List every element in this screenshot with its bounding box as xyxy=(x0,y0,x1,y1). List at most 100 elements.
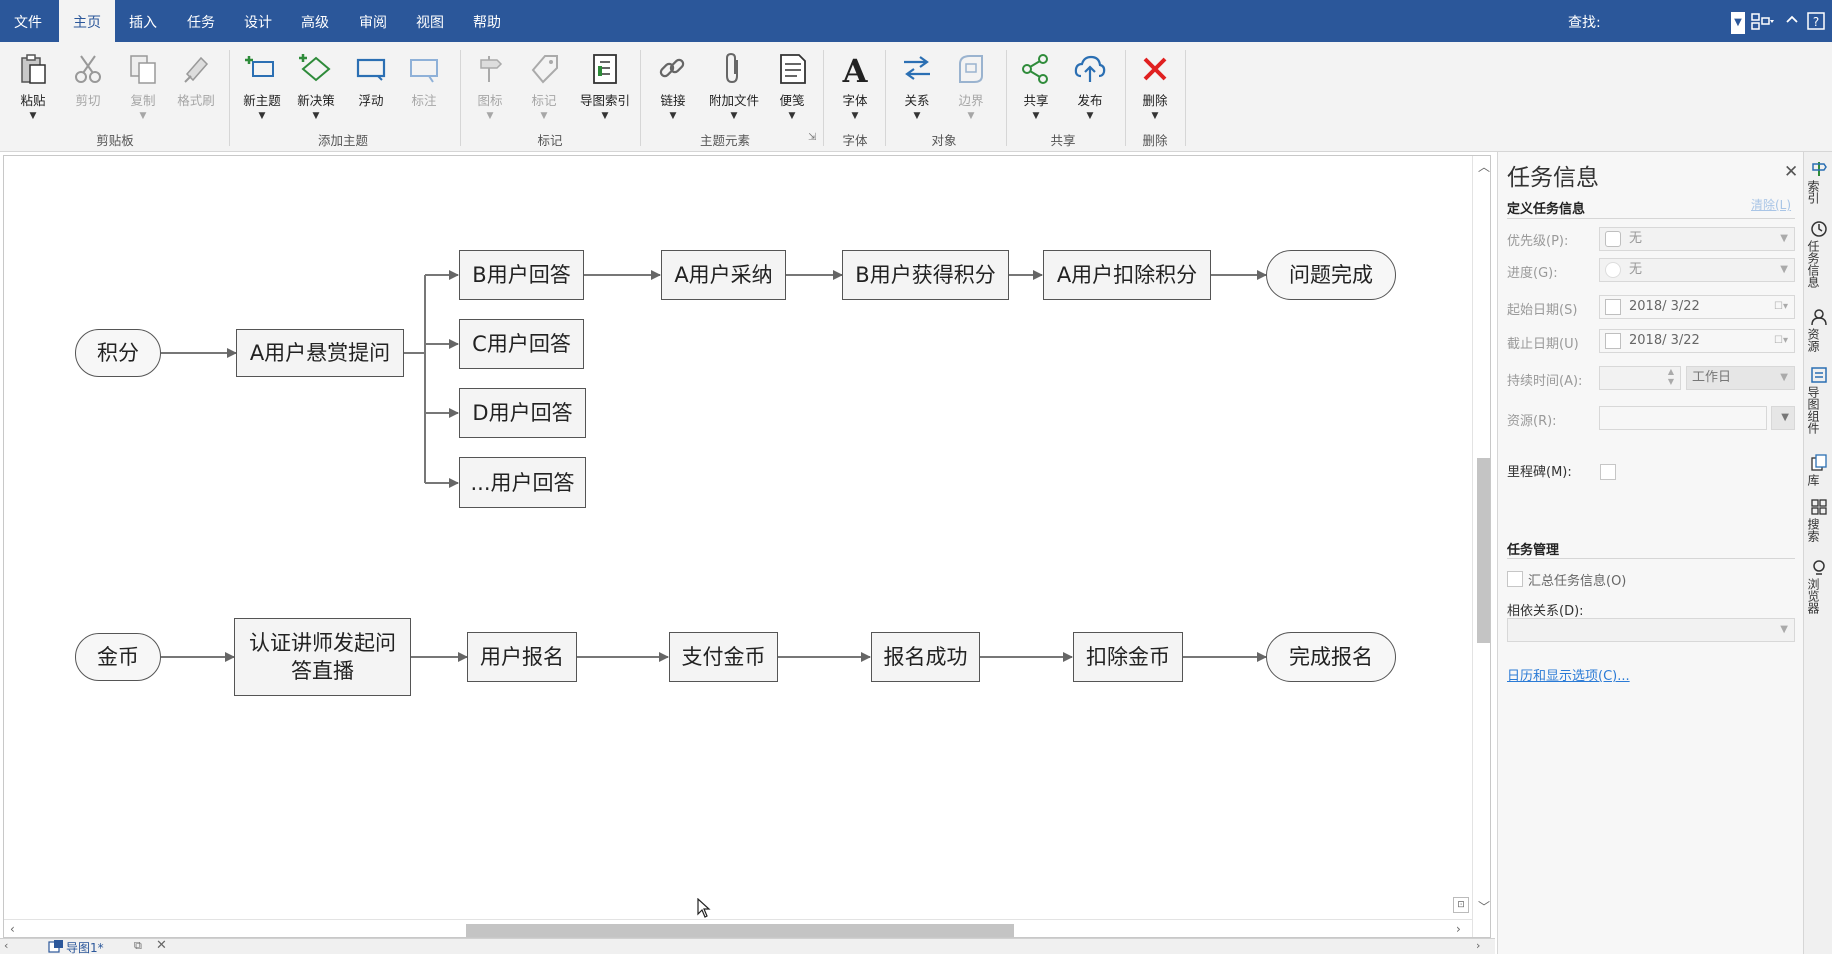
layout-icon[interactable] xyxy=(1749,12,1777,34)
topic-question-complete[interactable]: 问题完成 xyxy=(1266,250,1396,300)
help-icon[interactable]: ? xyxy=(1806,12,1826,34)
scroll-left-icon[interactable]: ‹ xyxy=(10,922,15,936)
topic-signup-success[interactable]: 报名成功 xyxy=(871,632,980,682)
menu-home[interactable]: 主页 xyxy=(59,0,115,42)
tag-marker-button[interactable]: 标记 ▼ xyxy=(518,46,570,128)
relation-button[interactable]: 关系 ▼ xyxy=(891,46,943,128)
resources-dropdown[interactable]: ▼ xyxy=(1771,406,1795,430)
copy-button[interactable]: 复制 ▼ xyxy=(117,46,169,128)
attach-file-button[interactable]: 附加文件 ▼ xyxy=(704,46,764,128)
tab-float-icon[interactable]: ⧉ xyxy=(134,939,142,953)
due-date-label: 截止日期(U) xyxy=(1507,337,1579,352)
menu-design[interactable]: 设计 xyxy=(230,0,286,42)
menu-review[interactable]: 审阅 xyxy=(345,0,401,42)
boundary-button[interactable]: 边界 ▼ xyxy=(945,46,997,128)
side-tab-library[interactable]: 库 xyxy=(1806,454,1831,486)
topic-points[interactable]: 积分 xyxy=(75,329,161,377)
topic-c-user-answer[interactable]: C用户回答 xyxy=(459,319,584,369)
topic-a-user-deduct-points[interactable]: A用户扣除积分 xyxy=(1043,250,1211,300)
new-decision-button[interactable]: 新决策 ▼ xyxy=(290,46,342,128)
menu-help[interactable]: 帮助 xyxy=(459,0,515,42)
horizontal-scroll-thumb[interactable] xyxy=(466,924,1014,937)
topic-b-user-answer[interactable]: B用户回答 xyxy=(459,250,584,300)
menu-insert[interactable]: 插入 xyxy=(115,0,171,42)
menu-file[interactable]: 文件 xyxy=(0,0,56,42)
fit-map-icon[interactable]: ⊡ xyxy=(1453,897,1469,913)
vertical-scrollbar[interactable]: ︿ ﹀ xyxy=(1472,156,1490,937)
tab-scroll-left-icon[interactable]: ‹ xyxy=(4,939,8,952)
menu-advanced[interactable]: 高级 xyxy=(287,0,343,42)
scroll-down-icon[interactable]: ﹀ xyxy=(1478,898,1490,915)
menu-task[interactable]: 任务 xyxy=(173,0,229,42)
topic-signup-complete[interactable]: 完成报名 xyxy=(1266,632,1396,682)
topic-pay-coins[interactable]: 支付金币 xyxy=(669,632,778,682)
callout-button[interactable]: 标注 xyxy=(398,46,450,128)
icon-marker-button[interactable]: 图标 ▼ xyxy=(464,46,516,128)
scroll-right-icon[interactable]: › xyxy=(1456,922,1461,936)
mindmap-canvas[interactable]: 积分 A用户悬赏提问 B用户回答 C用户回答 D用户回答 ...用户回答 A用户… xyxy=(3,155,1491,938)
scroll-up-icon[interactable]: ︿ xyxy=(1478,158,1490,175)
float-topic-button[interactable]: 浮动 xyxy=(345,46,397,128)
topic-lecturer-live-qa[interactable]: 认证讲师发起问答直播 xyxy=(234,618,411,696)
calendar-dropdown-icon[interactable]: ☐▾ xyxy=(1774,296,1788,318)
topic-b-user-gain-points[interactable]: B用户获得积分 xyxy=(842,250,1009,300)
clear-link[interactable]: 清除(L) xyxy=(1751,196,1791,213)
doc-tab-mindmap1[interactable]: 导图1* xyxy=(66,939,104,954)
priority-select[interactable]: 无 ▼ xyxy=(1599,227,1795,251)
side-tab-map-parts[interactable]: 导图组件 xyxy=(1806,366,1831,434)
library-icon xyxy=(1810,454,1827,471)
calendar-options-link[interactable]: 日历和显示选项(C)... xyxy=(1507,665,1630,684)
topic-coins[interactable]: 金币 xyxy=(75,633,161,681)
map-index-button[interactable]: 导图索引 ▼ xyxy=(578,46,632,128)
side-tab-index[interactable]: 索引 xyxy=(1806,160,1831,204)
progress-select[interactable]: 无 ▼ xyxy=(1599,258,1795,282)
link-button[interactable]: 链接 ▼ xyxy=(647,46,699,128)
new-topic-button[interactable]: 新主题 ▼ xyxy=(236,46,288,128)
topic-a-user-bounty-question[interactable]: A用户悬赏提问 xyxy=(236,329,404,377)
rollup-checkbox[interactable] xyxy=(1507,571,1523,587)
chevron-down-icon: ▼ xyxy=(1781,412,1789,423)
tab-scroll-right-icon[interactable]: › xyxy=(1476,939,1480,952)
font-dropdown-icon: ▼ xyxy=(851,111,859,121)
publish-dropdown-icon: ▼ xyxy=(1086,111,1094,121)
due-date-field[interactable]: 2018/ 3/22 ☐▾ xyxy=(1599,329,1795,353)
topic-deduct-coins[interactable]: 扣除金币 xyxy=(1073,632,1183,682)
menu-view[interactable]: 视图 xyxy=(402,0,458,42)
paste-button[interactable]: 粘贴 ▼ xyxy=(7,46,59,128)
collapse-ribbon-icon[interactable] xyxy=(1783,12,1801,34)
horizontal-scrollbar[interactable]: ‹ › xyxy=(4,919,1472,937)
duration-unit-select[interactable]: 工作日 ▼ xyxy=(1686,366,1795,390)
copy-icon xyxy=(130,55,156,84)
side-tab-browser[interactable]: 浏览器 xyxy=(1806,558,1831,614)
side-tab-search[interactable]: 搜索 xyxy=(1806,498,1831,542)
side-tab-resources[interactable]: 资源 xyxy=(1806,308,1831,352)
tab-close-icon[interactable]: ✕ xyxy=(156,938,167,953)
duration-input[interactable]: ▲ ▼ xyxy=(1599,366,1681,390)
topic-d-user-answer[interactable]: D用户回答 xyxy=(459,388,586,438)
start-date-checkbox[interactable] xyxy=(1605,299,1621,315)
share-dropdown-icon: ▼ xyxy=(1032,111,1040,121)
topic-other-user-answer[interactable]: ...用户回答 xyxy=(459,457,586,508)
close-icon[interactable]: ✕ xyxy=(1784,162,1798,182)
side-tab-task-info[interactable]: 任务信息 xyxy=(1806,220,1831,288)
topic-user-signup[interactable]: 用户报名 xyxy=(467,632,577,682)
due-date-checkbox[interactable] xyxy=(1605,333,1621,349)
resources-input[interactable] xyxy=(1599,406,1767,430)
topic-a-user-accept[interactable]: A用户采纳 xyxy=(661,250,786,300)
note-button[interactable]: 便笺 ▼ xyxy=(766,46,818,128)
side-tab-search-label: 搜索 xyxy=(1806,518,1820,542)
publish-button[interactable]: 发布 ▼ xyxy=(1064,46,1116,128)
font-button[interactable]: A 字体 ▼ xyxy=(829,46,881,128)
calendar-dropdown-icon[interactable]: ☐▾ xyxy=(1774,330,1788,352)
search-dropdown[interactable]: ▼ xyxy=(1731,12,1745,34)
spinner-icon[interactable]: ▲ ▼ xyxy=(1668,367,1674,387)
cut-button[interactable]: 剪切 xyxy=(62,46,114,128)
milestone-checkbox[interactable] xyxy=(1600,464,1616,480)
dialog-launcher-icon[interactable]: ⇲ xyxy=(808,132,816,143)
delete-button[interactable]: 删除 ▼ xyxy=(1129,46,1181,128)
vertical-scroll-thumb[interactable] xyxy=(1477,458,1490,643)
share-button[interactable]: 共享 ▼ xyxy=(1010,46,1062,128)
start-date-field[interactable]: 2018/ 3/22 ☐▾ xyxy=(1599,295,1795,319)
dependency-select[interactable]: ▼ xyxy=(1507,618,1795,642)
format-painter-button[interactable]: 格式刷 xyxy=(170,46,222,128)
